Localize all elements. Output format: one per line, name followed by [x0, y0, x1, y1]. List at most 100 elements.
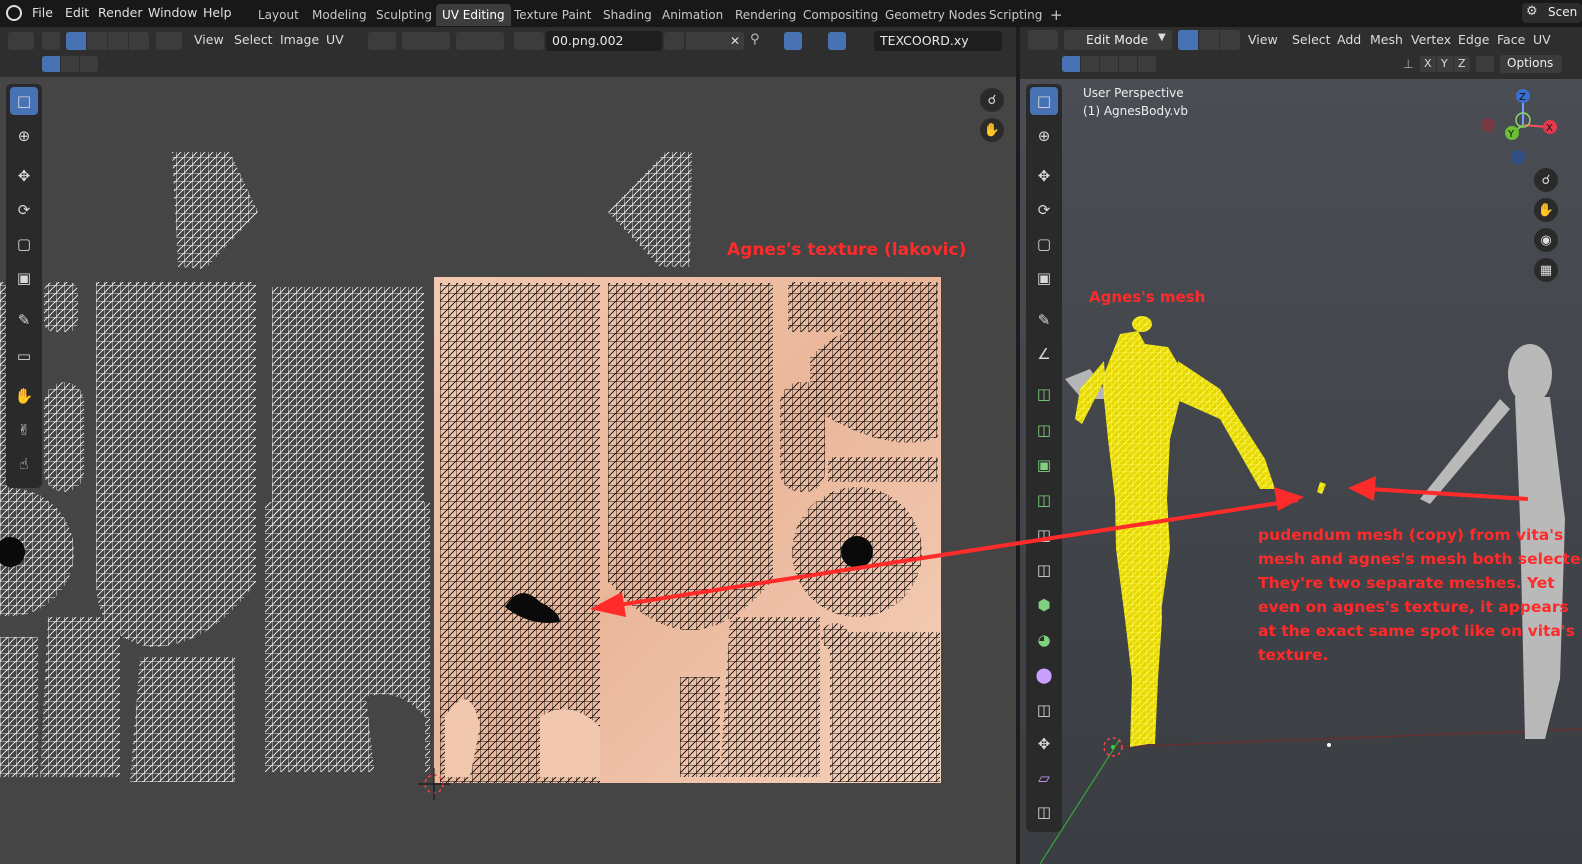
tab-shading[interactable]: Shading — [597, 4, 658, 26]
uv-menu-view[interactable]: View — [194, 32, 224, 47]
uv-menu-image[interactable]: Image — [280, 32, 319, 47]
viewport-menu-edge[interactable]: Edge — [1458, 32, 1489, 47]
mode-selector[interactable]: Edit Mode ▼ — [1064, 30, 1172, 50]
tab-uv-editing[interactable]: UV Editing — [436, 4, 511, 26]
select-mode-vertex-icon[interactable] — [66, 32, 86, 50]
tab-texture-paint[interactable]: Texture Paint — [508, 4, 597, 26]
edge-select-icon[interactable] — [1199, 30, 1219, 50]
viewport-scene — [1039, 316, 1582, 864]
uv-pan-icon[interactable]: ✋ — [980, 118, 1004, 142]
scale-tool-icon[interactable]: ▢ — [10, 230, 38, 258]
select-mode-edge-icon[interactable] — [87, 32, 107, 50]
texture-uv-islands — [440, 282, 940, 783]
pinch-tool-icon[interactable]: ☝ — [10, 450, 38, 478]
select-mode-island-icon[interactable] — [129, 32, 149, 50]
mirror-x-label: X — [1424, 57, 1432, 70]
viewport-menu-view[interactable]: View — [1248, 32, 1278, 47]
image-name-field[interactable]: 00.png.002 — [546, 31, 662, 51]
image-browse-icon[interactable] — [514, 32, 544, 50]
transform-tool-icon[interactable]: ▣ — [10, 264, 38, 292]
uv-canvas[interactable] — [0, 77, 1016, 864]
uv-map-field[interactable]: TEXCOORD.xy — [874, 31, 1002, 51]
top-bar: File Edit Render Window Help Layout Mode… — [0, 0, 1582, 27]
menu-window[interactable]: Window — [148, 5, 197, 20]
tab-geometry-nodes[interactable]: Geometry Nodes — [879, 4, 992, 26]
overlay-icon[interactable] — [828, 32, 846, 50]
uv-menu-uv[interactable]: UV — [326, 32, 344, 47]
mirror-z-toggle[interactable]: Z — [1454, 56, 1470, 72]
select-intersect-icon[interactable] — [1138, 56, 1156, 72]
blender-logo-icon[interactable] — [6, 5, 22, 21]
viewport-menu-uv[interactable]: UV — [1533, 32, 1551, 47]
origin-dot — [1327, 743, 1331, 747]
sync-selection-icon[interactable] — [42, 32, 60, 50]
annotate-tool-icon[interactable]: ✎ — [10, 306, 38, 334]
texture-annotation: Agnes's texture (lakovic) — [727, 240, 967, 260]
tab-scripting[interactable]: Scripting — [983, 4, 1048, 26]
mode-selector-value: Edit Mode — [1086, 32, 1149, 47]
mirror-icon[interactable]: ⊥ — [1403, 57, 1413, 71]
options-dropdown[interactable]: Options — [1500, 55, 1562, 73]
new-image-icon[interactable] — [686, 32, 706, 50]
note-line-5: at the exact same spot like on vita's — [1258, 622, 1575, 640]
menu-help[interactable]: Help — [203, 5, 232, 20]
viewport-menu-mesh[interactable]: Mesh — [1370, 32, 1403, 47]
auto-merge-icon[interactable] — [1476, 56, 1494, 72]
tab-compositing[interactable]: Compositing — [797, 4, 884, 26]
pin-icon[interactable]: ⚲ — [750, 32, 768, 50]
menu-file[interactable]: File — [32, 5, 53, 20]
select-invert-icon[interactable] — [1119, 56, 1137, 72]
viewport-editor-type-icon[interactable] — [1028, 30, 1058, 50]
tab-layout[interactable]: Layout — [252, 4, 305, 26]
mirror-y-label: Y — [1441, 57, 1448, 70]
image-name-value: 00.png.002 — [552, 33, 624, 48]
tab-animation[interactable]: Animation — [656, 4, 729, 26]
note-line-2: mesh and agnes's mesh both selected — [1258, 550, 1582, 568]
editor-type-icon[interactable] — [8, 32, 34, 50]
scene-icon: ⚙ — [1526, 4, 1538, 19]
face-select-icon[interactable] — [1220, 30, 1240, 50]
open-image-icon[interactable] — [706, 32, 726, 50]
select-extend-icon[interactable] — [1081, 56, 1099, 72]
select-extend-mode-icon[interactable] — [61, 56, 79, 72]
select-box-tool-icon[interactable]: □ — [10, 87, 38, 115]
select-subtract-icon[interactable] — [1100, 56, 1118, 72]
viewport-menu-select[interactable]: Select — [1292, 32, 1331, 47]
tab-sculpting[interactable]: Sculpting — [370, 4, 438, 26]
rotate-tool-icon[interactable]: ⟳ — [10, 196, 38, 224]
grab-tool-icon[interactable]: ✋ — [10, 382, 38, 410]
add-workspace-button[interactable]: + — [1044, 4, 1069, 26]
mirror-y-toggle[interactable]: Y — [1437, 56, 1453, 72]
proportional-edit-icon[interactable] — [456, 32, 504, 50]
uv-zoom-icon[interactable]: ☌ — [980, 88, 1004, 112]
mesh-annotation: Agnes's mesh — [1089, 288, 1206, 306]
mirror-z-label: Z — [1458, 57, 1466, 70]
unlink-image-icon[interactable]: ✕ — [726, 32, 744, 50]
mirror-x-toggle[interactable]: X — [1420, 56, 1436, 72]
note-line-3: They're two separate meshes. Yet — [1258, 574, 1555, 592]
select-subtract-mode-icon[interactable] — [80, 56, 98, 72]
scene-selector[interactable]: ⚙ Scen — [1522, 3, 1582, 23]
select-new-icon[interactable] — [1062, 56, 1080, 72]
pivot-icon[interactable] — [368, 32, 396, 50]
sticky-select-icon[interactable] — [156, 32, 182, 50]
menu-render[interactable]: Render — [98, 5, 143, 20]
tab-modeling[interactable]: Modeling — [306, 4, 373, 26]
chevron-down-icon: ▼ — [1158, 32, 1166, 43]
move-tool-icon[interactable]: ✥ — [10, 162, 38, 190]
cursor-tool-icon[interactable]: ⊕ — [10, 122, 38, 150]
uv-menu-select[interactable]: Select — [234, 32, 273, 47]
menu-edit[interactable]: Edit — [65, 5, 89, 20]
snap-icon[interactable] — [402, 32, 450, 50]
vertex-select-icon[interactable] — [1178, 30, 1198, 50]
viewport-menu-face[interactable]: Face — [1497, 32, 1525, 47]
select-mode-face-icon[interactable] — [108, 32, 128, 50]
fake-user-icon[interactable] — [664, 32, 684, 50]
rip-region-tool-icon[interactable]: ▭ — [10, 342, 38, 370]
viewport-menu-vertex[interactable]: Vertex — [1411, 32, 1451, 47]
viewport-menu-add[interactable]: Add — [1337, 32, 1361, 47]
uv-sync-gizmo-icon[interactable] — [784, 32, 802, 50]
relax-tool-icon[interactable]: ✌ — [10, 416, 38, 444]
tab-rendering[interactable]: Rendering — [729, 4, 802, 26]
select-box-mode-icon[interactable] — [42, 56, 60, 72]
